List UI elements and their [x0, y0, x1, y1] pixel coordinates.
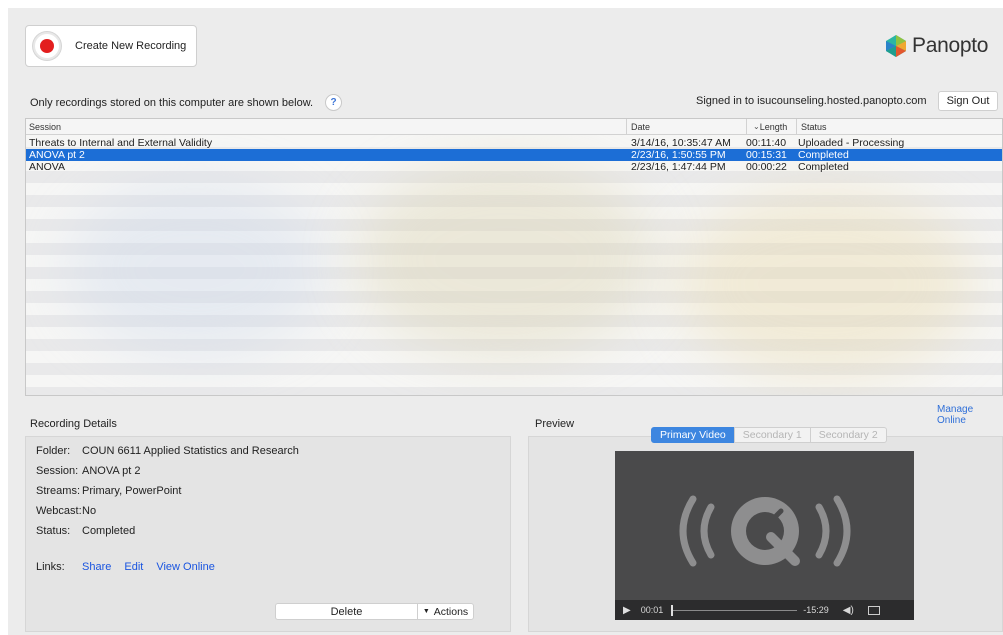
video-player[interactable]: ▶ 00:01 -15:29 ◀)	[615, 451, 914, 620]
elapsed-time: 00:01	[640, 605, 664, 615]
row-session: ANOVA	[29, 161, 65, 173]
volume-icon[interactable]: ◀)	[843, 605, 854, 616]
row-status: Completed	[798, 149, 849, 161]
share-link[interactable]: Share	[82, 561, 111, 573]
delete-button[interactable]: Delete	[275, 603, 417, 620]
table-header: Session Date ⌄ Length Status	[26, 119, 1002, 135]
app-window: Create New Recording Panopto Only record…	[8, 8, 1003, 635]
recordings-table: Session Date ⌄ Length Status Threats to I…	[25, 118, 1003, 396]
table-row[interactable]: ANOVA 2/23/16, 1:47:44 PM 00:00:22 Compl…	[26, 161, 1002, 173]
edit-link[interactable]: Edit	[124, 561, 143, 573]
row-date: 3/14/16, 10:35:47 AM	[631, 137, 731, 149]
recording-details-title: Recording Details	[30, 418, 117, 430]
chevron-down-icon: ▼	[422, 608, 430, 615]
video-controls: ▶ 00:01 -15:29 ◀)	[615, 600, 914, 620]
tab-secondary-1[interactable]: Secondary 1	[733, 427, 811, 443]
row-date: 2/23/16, 1:47:44 PM	[631, 161, 726, 173]
row-status: Uploaded - Processing	[798, 137, 905, 149]
sort-descending-icon: ⌄	[753, 122, 760, 131]
row-date: 2/23/16, 1:50:55 PM	[631, 149, 726, 161]
play-icon[interactable]: ▶	[623, 605, 631, 616]
recording-details-panel: Folder: COUN 6611 Applied Statistics and …	[25, 436, 511, 632]
actions-dropdown[interactable]: ▼ Actions	[417, 603, 474, 620]
detail-session: Session: ANOVA pt 2	[36, 465, 141, 477]
panopto-logo-icon	[886, 35, 906, 57]
detail-streams: Streams: Primary, PowerPoint	[36, 485, 182, 497]
brand-name: Panopto	[912, 34, 989, 57]
view-online-link[interactable]: View Online	[156, 561, 215, 573]
quicktime-icon	[679, 495, 851, 567]
row-session: ANOVA pt 2	[29, 149, 85, 161]
row-session: Threats to Internal and External Validit…	[29, 137, 213, 149]
row-length: 00:00:22	[746, 161, 787, 173]
sign-out-button[interactable]: Sign Out	[938, 91, 998, 111]
table-row-selected[interactable]: ANOVA pt 2 2/23/16, 1:50:55 PM 00:15:31 …	[26, 149, 1002, 161]
remaining-time: -15:29	[803, 605, 829, 615]
column-header-session[interactable]: Session	[26, 119, 626, 134]
create-new-recording-label: Create New Recording	[75, 40, 187, 52]
stream-tabs: Primary Video Secondary 1 Secondary 2	[651, 427, 887, 443]
detail-status: Status: Completed	[36, 525, 136, 537]
detail-folder: Folder: COUN 6611 Applied Statistics and …	[36, 445, 299, 457]
manage-online-link[interactable]: Manage Online	[937, 404, 1003, 426]
brand-logo: Panopto	[884, 34, 988, 58]
column-header-date[interactable]: Date	[626, 119, 746, 134]
airplay-icon[interactable]	[867, 605, 880, 615]
detail-webcast: Webcast: No	[36, 505, 97, 517]
scrubber[interactable]	[671, 604, 798, 616]
create-new-recording-button[interactable]: Create New Recording	[25, 25, 197, 67]
tab-secondary-2[interactable]: Secondary 2	[809, 427, 887, 443]
row-status: Completed	[798, 161, 849, 173]
tab-primary-video[interactable]: Primary Video	[651, 427, 735, 443]
record-icon	[33, 32, 61, 60]
preview-title: Preview	[535, 418, 575, 430]
help-icon[interactable]: ?	[325, 94, 343, 111]
signed-in-text: Signed in to isucounseling.hosted.panopt…	[696, 95, 927, 107]
row-length: 00:15:31	[746, 149, 787, 161]
table-row[interactable]: Threats to Internal and External Validit…	[26, 137, 1002, 149]
column-header-status[interactable]: Status	[796, 119, 1002, 134]
local-notice: Only recordings stored on this computer …	[30, 94, 343, 111]
row-length: 00:11:40	[746, 137, 787, 149]
notice-text: Only recordings stored on this computer …	[30, 96, 314, 109]
column-header-length[interactable]: ⌄ Length	[746, 119, 796, 134]
detail-links: Links: Share Edit View Online	[36, 561, 215, 573]
